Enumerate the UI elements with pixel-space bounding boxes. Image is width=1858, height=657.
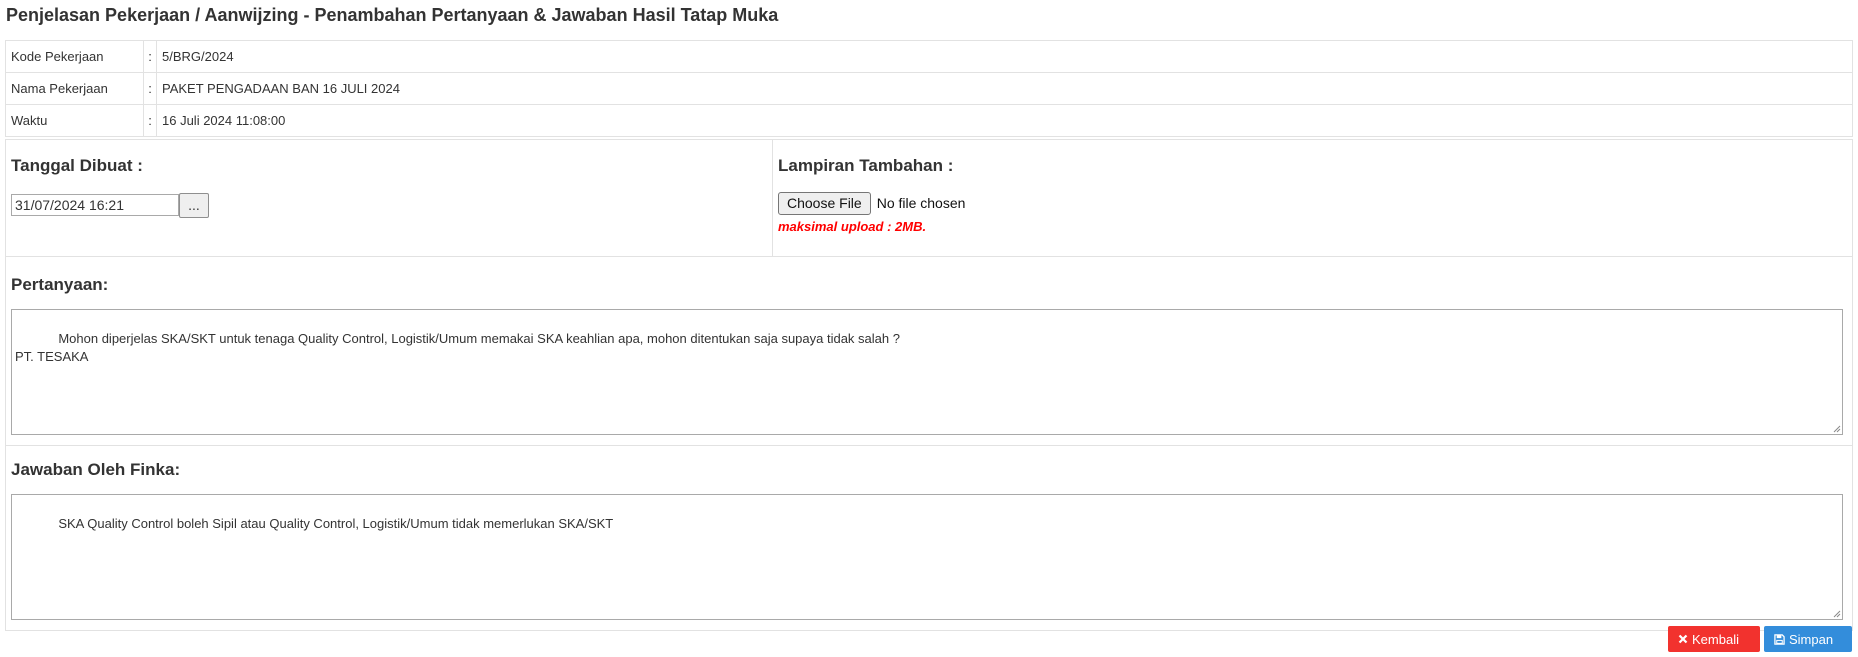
jawaban-label: Jawaban Oleh Finka:: [11, 460, 181, 479]
form-table: Tanggal Dibuat : ... Lampiran Tambahan :…: [5, 139, 1853, 631]
form-row-pertanyaan: Pertanyaan: Mohon diperjelas SKA/SKT unt…: [5, 256, 1853, 446]
info-row-kode: Kode Pekerjaan : 5/BRG/2024: [5, 40, 1853, 73]
lampiran-label: Lampiran Tambahan :: [778, 156, 954, 175]
file-input: Choose File No file chosen: [778, 191, 1847, 215]
page: Penjelasan Pekerjaan / Aanwijzing - Pena…: [0, 0, 1858, 657]
info-separator: :: [143, 40, 157, 73]
resize-grip-icon[interactable]: [1833, 610, 1841, 618]
form-row-jawaban: Jawaban Oleh Finka: SKA Quality Control …: [5, 445, 1853, 631]
kembali-label: Kembali: [1692, 631, 1739, 647]
info-separator: :: [143, 104, 157, 137]
info-label: Waktu: [5, 104, 144, 137]
lampiran-cell: Lampiran Tambahan : Choose File No file …: [772, 139, 1853, 257]
info-row-waktu: Waktu : 16 Juli 2024 11:08:00: [5, 104, 1853, 137]
choose-file-button[interactable]: Choose File: [778, 191, 871, 215]
info-row-nama: Nama Pekerjaan : PAKET PENGADAAN BAN 16 …: [5, 72, 1853, 105]
pertanyaan-text: Mohon diperjelas SKA/SKT untuk tenaga Qu…: [15, 331, 900, 364]
simpan-button[interactable]: Simpan: [1764, 626, 1852, 652]
info-value: 16 Juli 2024 11:08:00: [156, 104, 1853, 137]
file-status: No file chosen: [876, 195, 966, 211]
resize-grip-icon[interactable]: [1833, 425, 1841, 433]
info-label: Kode Pekerjaan: [5, 40, 144, 73]
jawaban-textarea[interactable]: SKA Quality Control boleh Sipil atau Qua…: [11, 494, 1843, 620]
jawaban-text: SKA Quality Control boleh Sipil atau Qua…: [58, 516, 614, 531]
date-picker-button[interactable]: ...: [179, 192, 209, 218]
tanggal-label: Tanggal Dibuat :: [11, 156, 143, 175]
floppy-disk-icon: [1774, 633, 1785, 645]
info-label: Nama Pekerjaan: [5, 72, 144, 105]
kembali-button[interactable]: Kembali: [1668, 626, 1760, 652]
pertanyaan-label: Pertanyaan:: [11, 275, 109, 294]
upload-limit-note: maksimal upload : 2MB.: [778, 219, 927, 234]
info-separator: :: [143, 72, 157, 105]
times-icon: [1678, 634, 1688, 644]
form-row-meta: Tanggal Dibuat : ... Lampiran Tambahan :…: [5, 139, 1853, 257]
info-value: PAKET PENGADAAN BAN 16 JULI 2024: [156, 72, 1853, 105]
info-value: 5/BRG/2024: [156, 40, 1853, 73]
page-title: Penjelasan Pekerjaan / Aanwijzing - Pena…: [6, 5, 779, 25]
job-info-table: Kode Pekerjaan : 5/BRG/2024 Nama Pekerja…: [5, 40, 1853, 137]
pertanyaan-cell: Pertanyaan: Mohon diperjelas SKA/SKT unt…: [5, 256, 1853, 446]
date-row: ...: [11, 192, 767, 218]
jawaban-cell: Jawaban Oleh Finka: SKA Quality Control …: [5, 445, 1853, 631]
pertanyaan-textarea[interactable]: Mohon diperjelas SKA/SKT untuk tenaga Qu…: [11, 309, 1843, 435]
simpan-label: Simpan: [1789, 631, 1834, 647]
tanggal-input[interactable]: [11, 194, 179, 216]
tanggal-cell: Tanggal Dibuat : ...: [5, 139, 773, 257]
